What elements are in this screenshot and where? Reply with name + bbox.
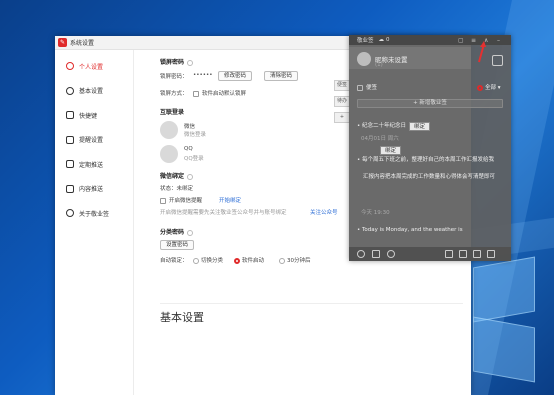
wechat-reminder-checkbox[interactable] <box>160 197 166 204</box>
sidebar-item-about[interactable]: 关于敬业签 <box>55 201 133 226</box>
info-icon <box>66 209 74 218</box>
sidebar-item-label: 关于敬业签 <box>79 210 110 218</box>
follow-account-link[interactable]: 关注公众号 <box>310 208 338 216</box>
red-arrow-annotation <box>478 41 486 63</box>
radio-icon[interactable] <box>279 257 285 264</box>
note-footer <box>349 247 511 261</box>
auto-lock-checkbox[interactable] <box>193 90 199 97</box>
avatar[interactable] <box>357 52 371 66</box>
new-note-button[interactable]: + 新增敬业签 <box>357 99 503 108</box>
sidebar-item-scheduled-push[interactable]: 定期推送 <box>55 152 133 177</box>
wechat-name: 微信 <box>184 124 196 130</box>
side-tab-notes[interactable]: 便签 <box>334 80 350 91</box>
qq-icon[interactable] <box>160 145 178 163</box>
note-title: 敬业签 <box>357 38 374 44</box>
help-icon[interactable] <box>187 59 194 66</box>
note-item-2-date: 今天 19:30 <box>361 210 390 216</box>
windows-logo-pane <box>473 256 535 323</box>
help-icon[interactable] <box>187 229 194 236</box>
sidebar-item-content-push[interactable]: 内容推送 <box>55 177 133 202</box>
autolock-option-software-start[interactable]: 软件启动 <box>234 256 264 264</box>
divider <box>160 303 463 304</box>
list-icon[interactable] <box>487 250 495 258</box>
clear-password-button[interactable]: 清除密码 <box>264 71 299 81</box>
sidebar-item-label: 基本设置 <box>79 88 104 96</box>
section-title-category: 分类密码 <box>160 227 194 236</box>
window-title: 系统设置 <box>70 40 95 47</box>
settings-sidebar: 个人设置 基本设置 快捷键 提醒设置 定期推送 内容推送 关于敬业签 <box>55 50 134 395</box>
cloud-icon: ☁ <box>378 37 385 43</box>
sidebar-item-label: 快捷键 <box>79 112 98 120</box>
keyboard-icon <box>66 111 74 120</box>
wxbind-hint: 开启微信提醒需要先关注敬业签公众号并与账号绑定 <box>160 210 287 216</box>
autolock-option-switch-category[interactable]: 切换分类 <box>193 256 223 264</box>
grid-icon[interactable] <box>459 250 467 258</box>
bind-button[interactable]: 绑定 <box>409 122 431 131</box>
search-icon[interactable] <box>387 250 395 258</box>
wechat-icon[interactable] <box>160 121 178 139</box>
section-title-lock: 锁屏密码 <box>160 57 194 66</box>
bind-button[interactable]: 绑定 <box>380 146 402 155</box>
lock-icon[interactable]: ▢ <box>458 37 464 44</box>
image-icon[interactable] <box>473 250 481 258</box>
help-icon[interactable] <box>187 173 194 180</box>
radio-icon[interactable] <box>193 257 199 264</box>
lock-password-label: 锁屏密码： <box>160 74 188 80</box>
sidebar-item-label: 内容推送 <box>79 186 104 194</box>
user-sub: (1) <box>375 62 383 68</box>
autolock-option-30min[interactable]: 30分钟后 <box>279 256 311 264</box>
note-item-3[interactable]: • Today is Monday, and the weather is <box>357 227 463 233</box>
autolock-label: 自动锁定： <box>160 258 188 264</box>
start-binding-link[interactable]: 开始绑定 <box>219 196 241 204</box>
sidebar-item-label: 提醒设置 <box>79 137 104 145</box>
qq-login-link[interactable]: QQ登录 <box>184 154 204 162</box>
sidebar-item-personal[interactable]: 个人设置 <box>55 54 133 79</box>
settings-icon[interactable] <box>357 250 365 258</box>
section-title-login: 互联登录 <box>160 109 185 116</box>
category-label: 便签 <box>357 83 377 91</box>
sidebar-item-label: 定期推送 <box>79 161 104 169</box>
document-icon <box>66 184 74 193</box>
minimize-icon[interactable]: – <box>497 37 500 44</box>
sidebar-item-basic[interactable]: 基本设置 <box>55 79 133 104</box>
note-item-1-date: 04月01日 周六 <box>361 136 399 142</box>
app-logo-icon: ✎ <box>58 38 67 47</box>
set-category-password-button[interactable]: 设置密码 <box>160 240 195 250</box>
filter-dropdown[interactable]: 全部 ▾ <box>477 83 501 91</box>
note-item-2-extra: 汇报内容把本周完成的工作数量和心得体会写清楚即可 <box>363 174 496 180</box>
add-icon[interactable] <box>445 250 453 258</box>
side-tab-todo[interactable]: 待办 <box>334 96 350 107</box>
sidebar-item-label: 个人设置 <box>79 63 104 71</box>
settings-icon <box>66 86 74 95</box>
wechat-login-link[interactable]: 微信登录 <box>184 130 206 138</box>
note-widget: 敬业签 ☁ 0 ▢ ≡ ∧ – 昵称未设置 (1) 便签 全部 ▾ + 新增敬业… <box>349 35 511 261</box>
push-icon <box>66 160 74 169</box>
note-item-1[interactable]: • 纪念二十年纪念日 <box>357 121 406 129</box>
calendar-icon[interactable] <box>492 55 503 66</box>
menu-icon[interactable]: ≡ <box>471 37 476 44</box>
calendar-icon[interactable] <box>372 250 380 258</box>
sidebar-item-shortcuts[interactable]: 快捷键 <box>55 103 133 128</box>
section-title-wxbind: 微信绑定 <box>160 171 194 180</box>
sidebar-item-reminders[interactable]: 提醒设置 <box>55 128 133 153</box>
wechat-reminder-option[interactable]: 开启微信提醒 <box>160 196 202 204</box>
radio-selected-icon[interactable] <box>234 257 240 264</box>
qq-name: QQ <box>184 146 193 152</box>
wxbind-status: 状态：未绑定 <box>160 186 194 192</box>
note-item-2[interactable]: • 每个周五下班之前，整理好自己的本周工作汇报发给我 <box>357 156 507 164</box>
bell-icon <box>66 135 74 144</box>
lock-password-value: •••••• <box>193 72 213 78</box>
person-icon <box>66 62 74 71</box>
lock-mode-label: 锁屏方式： <box>160 91 188 97</box>
radio-selected-icon <box>477 84 483 91</box>
note-count: 0 <box>386 37 390 43</box>
category-checkbox[interactable] <box>357 84 363 91</box>
basic-settings-heading: 基本设置 <box>160 311 204 324</box>
modify-password-button[interactable]: 修改密码 <box>218 71 253 81</box>
auto-lock-option[interactable]: 软件启动默认锁屏 <box>193 89 246 97</box>
windows-logo-pane <box>473 316 535 383</box>
side-tab-add[interactable]: + <box>334 112 350 123</box>
